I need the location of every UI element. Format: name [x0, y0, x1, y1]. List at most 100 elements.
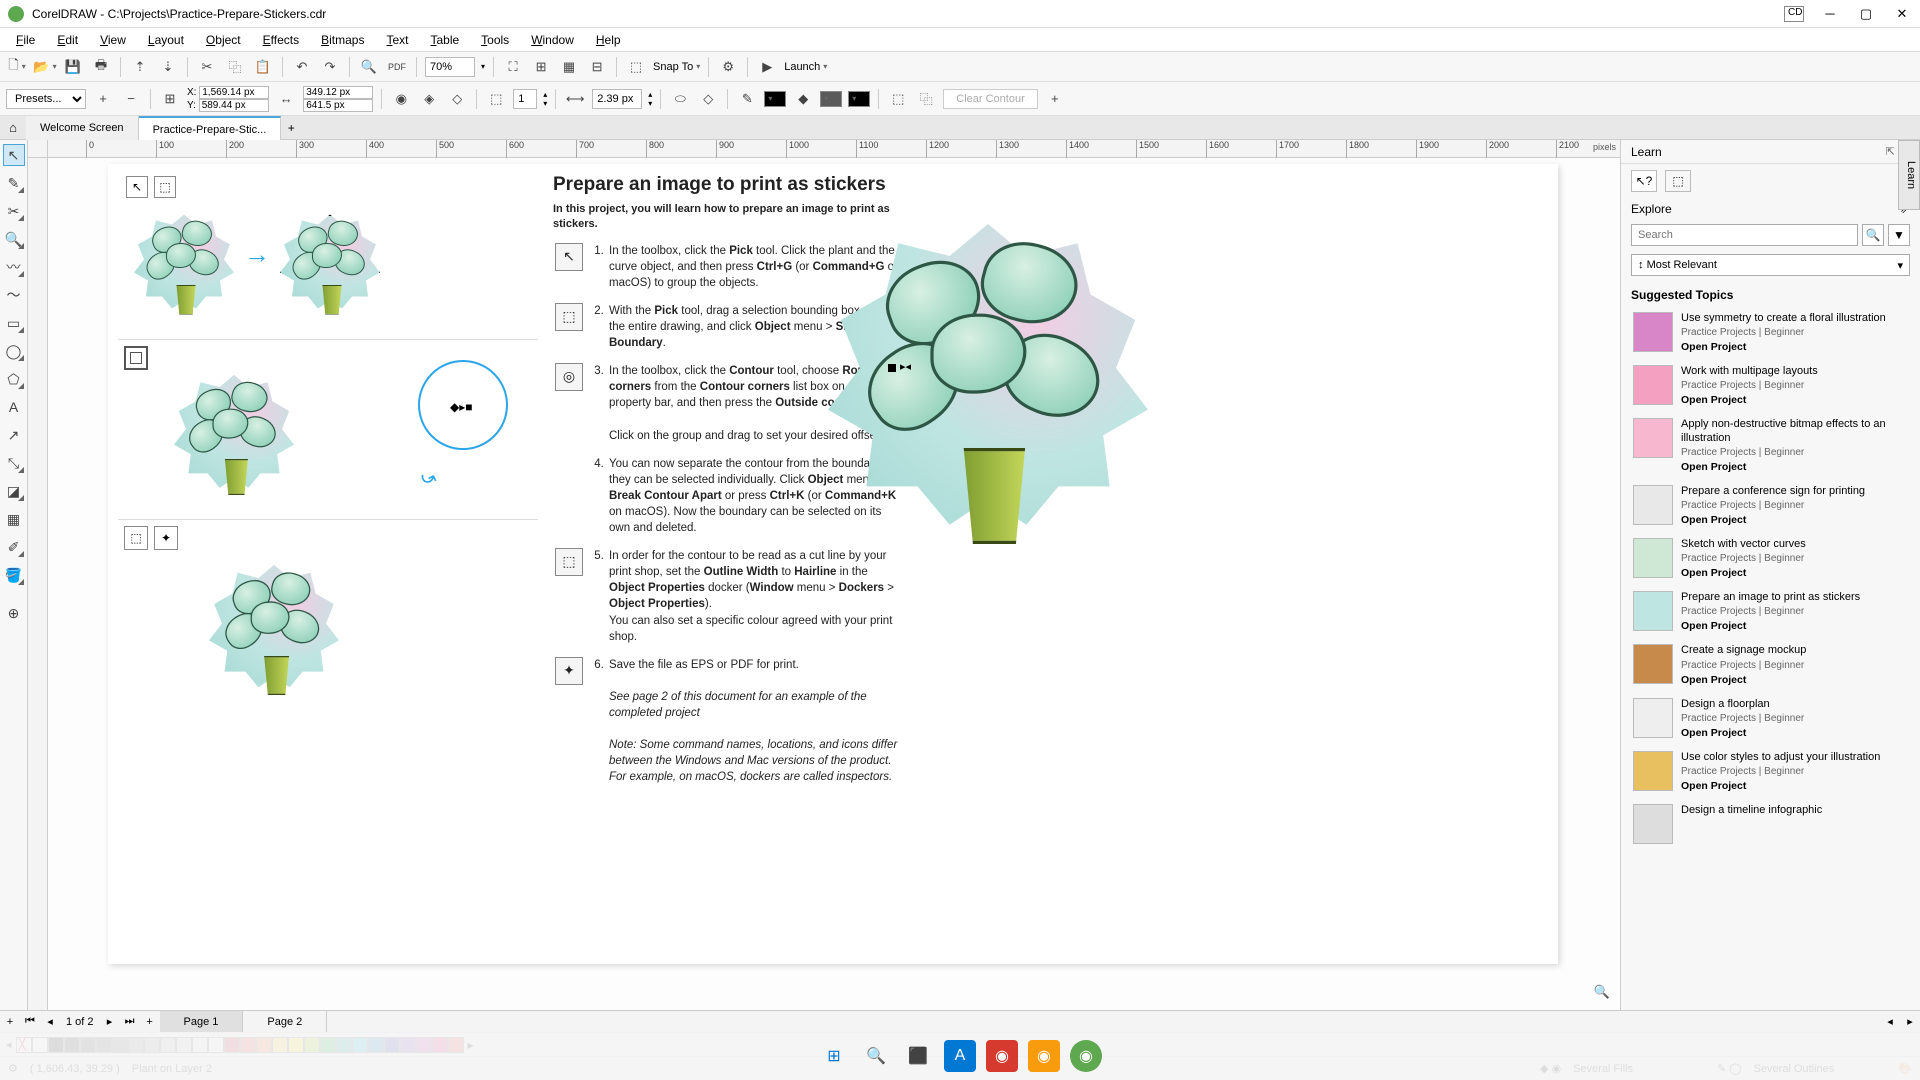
- contour-outside-icon[interactable]: ◇: [446, 88, 468, 110]
- rectangle-tool-icon[interactable]: ▭: [3, 312, 25, 334]
- vertical-ruler[interactable]: [28, 158, 48, 1010]
- corners-round-icon[interactable]: ⬭: [669, 88, 691, 110]
- open-project-link[interactable]: Open Project: [1681, 341, 1914, 353]
- last-page-icon[interactable]: ⏭: [120, 1015, 140, 1028]
- topic-item[interactable]: Sketch with vector curvesPractice Projec…: [1631, 532, 1916, 585]
- minimize-button[interactable]: ─: [1820, 6, 1840, 22]
- menu-layout[interactable]: Layout: [138, 31, 194, 49]
- learn-side-tab[interactable]: Learn: [1898, 140, 1920, 210]
- learn-tab-help[interactable]: ↖?: [1631, 170, 1657, 192]
- add-tab-icon[interactable]: +: [281, 121, 301, 135]
- page-tab-1[interactable]: Page 1: [160, 1011, 244, 1033]
- topic-item[interactable]: Create a signage mockupPractice Projects…: [1631, 638, 1916, 691]
- transparency-tool-icon[interactable]: ▦: [3, 508, 25, 530]
- topic-item[interactable]: Use color styles to adjust your illustra…: [1631, 745, 1916, 798]
- outline-color-swatch[interactable]: [764, 91, 786, 107]
- fill-color-swatch[interactable]: [820, 91, 842, 107]
- main-artwork[interactable]: ▸◂: [828, 224, 928, 324]
- menu-help[interactable]: Help: [586, 31, 631, 49]
- cloud-upload-icon[interactable]: ⇡: [129, 56, 151, 78]
- filter-button[interactable]: ▼: [1888, 224, 1910, 246]
- menu-table[interactable]: Table: [420, 31, 469, 49]
- print-button[interactable]: 🖶: [90, 56, 112, 78]
- fill-color-swatch-2[interactable]: [848, 91, 870, 107]
- open-project-link[interactable]: Open Project: [1681, 620, 1914, 632]
- undock-icon[interactable]: ⇱: [1886, 145, 1895, 158]
- menu-tools[interactable]: Tools: [471, 31, 519, 49]
- open-project-link[interactable]: Open Project: [1681, 674, 1914, 686]
- open-project-link[interactable]: Open Project: [1681, 514, 1914, 526]
- cloud-download-icon[interactable]: ⇣: [157, 56, 179, 78]
- new-button[interactable]: 🗋: [6, 56, 28, 78]
- topic-item[interactable]: Design a floorplanPractice Projects | Be…: [1631, 692, 1916, 745]
- menu-view[interactable]: View: [90, 31, 136, 49]
- home-icon[interactable]: ⌂: [0, 120, 26, 135]
- x-position-input[interactable]: [199, 86, 269, 99]
- undo-button[interactable]: ↶: [291, 56, 313, 78]
- guides-icon[interactable]: ⊟: [586, 56, 608, 78]
- open-project-link[interactable]: Open Project: [1681, 394, 1914, 406]
- topic-item[interactable]: Prepare a conference sign for printingPr…: [1631, 479, 1916, 532]
- search-button[interactable]: 🔍: [1862, 224, 1884, 246]
- remove-preset-icon[interactable]: −: [120, 88, 142, 110]
- scroll-left-icon[interactable]: ◂: [1880, 1015, 1900, 1028]
- copy-button[interactable]: ⿻: [224, 56, 246, 78]
- y-position-input[interactable]: [199, 99, 269, 112]
- connector-tool-icon[interactable]: ⤡: [3, 452, 25, 474]
- add-preset-icon[interactable]: +: [92, 88, 114, 110]
- contour-inside-icon[interactable]: ◈: [418, 88, 440, 110]
- horizontal-ruler[interactable]: pixels 010020030040050060070080090010001…: [48, 140, 1620, 158]
- drop-shadow-icon[interactable]: ◪: [3, 480, 25, 502]
- topic-item[interactable]: Work with multipage layoutsPractice Proj…: [1631, 359, 1916, 412]
- first-page-icon[interactable]: ⏮: [20, 1015, 40, 1028]
- scroll-right-icon[interactable]: ▸: [1900, 1015, 1920, 1028]
- freehand-tool-icon[interactable]: 〰: [3, 256, 25, 278]
- menu-bitmaps[interactable]: Bitmaps: [311, 31, 374, 49]
- shape-tool-icon[interactable]: ✎: [3, 172, 25, 194]
- add-page-icon[interactable]: +: [0, 1016, 20, 1028]
- zoom-tool-icon[interactable]: 🔍: [3, 228, 25, 250]
- menu-edit[interactable]: Edit: [47, 31, 88, 49]
- topic-item[interactable]: Use symmetry to create a floral illustra…: [1631, 306, 1916, 359]
- menu-file[interactable]: File: [6, 31, 45, 49]
- pdf-export-icon[interactable]: PDF: [386, 56, 408, 78]
- fullscreen-icon[interactable]: ⛶: [502, 56, 524, 78]
- open-button[interactable]: 📂: [34, 56, 56, 78]
- menu-effects[interactable]: Effects: [253, 31, 309, 49]
- rulers-icon[interactable]: ⊞: [530, 56, 552, 78]
- contour-offset-input[interactable]: [592, 89, 642, 109]
- artistic-media-icon[interactable]: 〜: [3, 284, 25, 306]
- menu-object[interactable]: Object: [196, 31, 251, 49]
- maximize-button[interactable]: ▢: [1856, 6, 1876, 22]
- ellipse-tool-icon[interactable]: ◯: [3, 340, 25, 362]
- copy-props-icon[interactable]: ⿻: [915, 88, 937, 110]
- topic-item[interactable]: Prepare an image to print as stickersPra…: [1631, 585, 1916, 638]
- snap-to-dropdown[interactable]: Snap To: [653, 61, 700, 73]
- search-taskbar-icon[interactable]: 🔍: [860, 1040, 892, 1072]
- contour-center-icon[interactable]: ◉: [390, 88, 412, 110]
- ruler-origin[interactable]: [28, 140, 48, 158]
- height-input[interactable]: [303, 99, 373, 112]
- grid-icon[interactable]: ▦: [558, 56, 580, 78]
- expand-toolbox-icon[interactable]: ⊕: [3, 602, 25, 624]
- learn-tab-explore[interactable]: ⬚: [1665, 170, 1691, 192]
- parallel-dim-icon[interactable]: ↗: [3, 424, 25, 446]
- page-tab-2[interactable]: Page 2: [243, 1011, 327, 1033]
- topic-item[interactable]: Apply non-destructive bitmap effects to …: [1631, 412, 1916, 478]
- add-toolbar-icon[interactable]: +: [1044, 88, 1066, 110]
- zoom-fit-icon[interactable]: 🔍: [1594, 984, 1610, 1000]
- open-project-link[interactable]: Open Project: [1681, 567, 1914, 579]
- options-icon[interactable]: ⚙: [717, 56, 739, 78]
- open-project-link[interactable]: Open Project: [1681, 780, 1914, 792]
- corners-miter-icon[interactable]: ◇: [697, 88, 719, 110]
- presets-dropdown[interactable]: Presets...: [6, 89, 86, 109]
- width-input[interactable]: [303, 86, 373, 99]
- canvas[interactable]: pixels 010020030040050060070080090010001…: [28, 140, 1620, 1010]
- topic-item[interactable]: Design a timeline infographic: [1631, 798, 1916, 850]
- help-icon[interactable]: CD: [1784, 6, 1804, 22]
- save-button[interactable]: 💾: [62, 56, 84, 78]
- close-button[interactable]: ✕: [1892, 6, 1912, 22]
- redo-button[interactable]: ↷: [319, 56, 341, 78]
- eyedropper-tool-icon[interactable]: ✐: [3, 536, 25, 558]
- open-project-link[interactable]: Open Project: [1681, 727, 1914, 739]
